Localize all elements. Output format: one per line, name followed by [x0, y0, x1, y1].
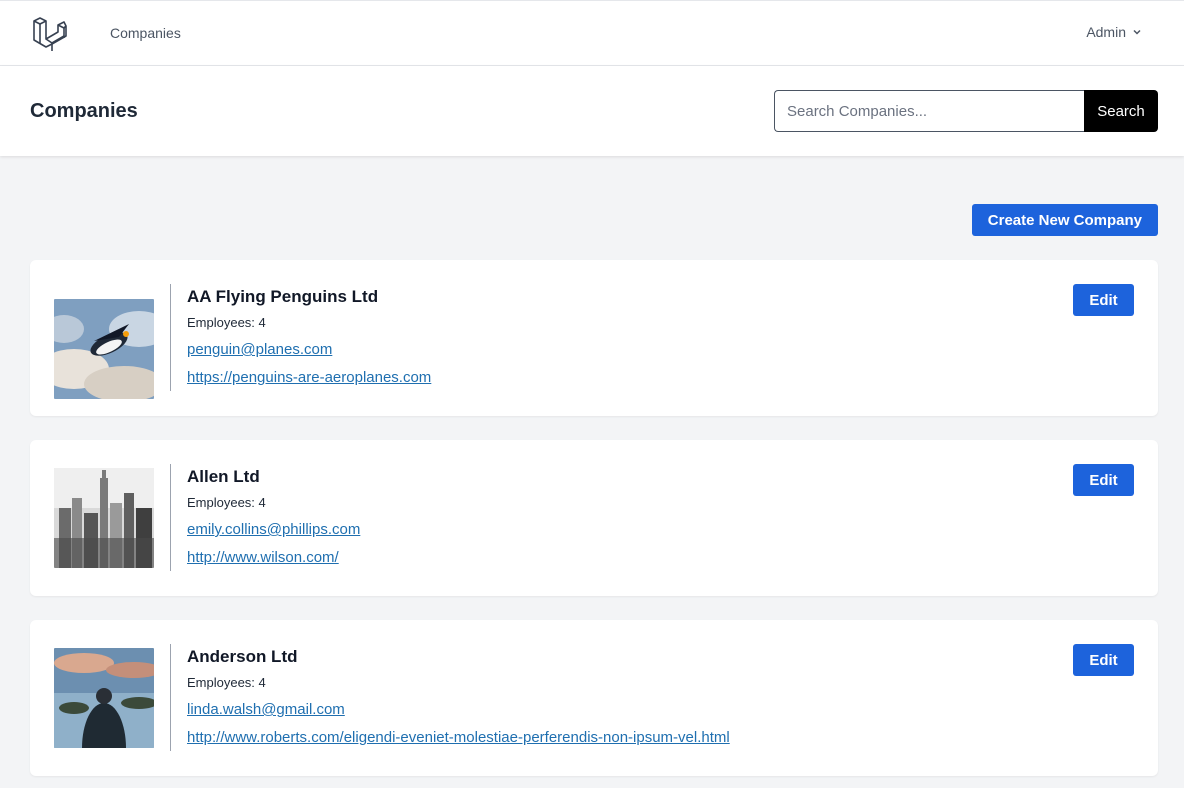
company-info: Anderson Ltd Employees: 4 linda.walsh@gm… — [187, 647, 730, 747]
company-card: Allen Ltd Employees: 4 emily.collins@phi… — [30, 440, 1158, 596]
company-logo-image — [54, 468, 154, 568]
laravel-logo-icon[interactable] — [32, 15, 68, 53]
card-divider — [170, 284, 171, 391]
company-email-link[interactable]: penguin@planes.com — [187, 341, 431, 359]
company-info: Allen Ltd Employees: 4 emily.collins@phi… — [187, 467, 360, 567]
card-divider — [170, 644, 171, 751]
edit-button[interactable]: Edit — [1073, 284, 1134, 316]
company-name: Allen Ltd — [187, 467, 260, 486]
search-button[interactable]: Search — [1084, 90, 1158, 132]
company-email-link[interactable]: linda.walsh@gmail.com — [187, 701, 730, 719]
employee-count: Employees: 4 — [187, 495, 266, 510]
user-menu-label: Admin — [1086, 24, 1126, 40]
card-divider — [170, 464, 171, 571]
top-navigation: Companies Admin — [0, 0, 1184, 66]
page-header: Companies Search — [0, 66, 1184, 156]
search-input[interactable] — [774, 90, 1084, 132]
create-company-button[interactable]: Create New Company — [971, 204, 1158, 236]
company-name: Anderson Ltd — [187, 647, 298, 666]
company-name: AA Flying Penguins Ltd — [187, 287, 379, 306]
company-logo-image — [54, 648, 154, 748]
company-website-link[interactable]: http://www.roberts.com/eligendi-eveniet-… — [187, 729, 730, 747]
company-website-link[interactable]: http://www.wilson.com/ — [187, 549, 360, 567]
user-menu[interactable]: Admin — [1086, 24, 1142, 40]
company-logo-image — [54, 299, 154, 399]
nav-link-companies[interactable]: Companies — [110, 25, 181, 41]
page-title: Companies — [30, 100, 138, 122]
edit-button[interactable]: Edit — [1073, 464, 1134, 496]
chevron-down-icon — [1133, 29, 1141, 35]
edit-button[interactable]: Edit — [1073, 644, 1134, 676]
employee-count: Employees: 4 — [187, 675, 266, 690]
company-card: Anderson Ltd Employees: 4 linda.walsh@gm… — [30, 620, 1158, 776]
company-info: AA Flying Penguins Ltd Employees: 4 peng… — [187, 287, 431, 387]
company-email-link[interactable]: emily.collins@phillips.com — [187, 521, 360, 539]
search-form: Search — [774, 90, 1158, 132]
employee-count: Employees: 4 — [187, 315, 266, 330]
company-card: AA Flying Penguins Ltd Employees: 4 peng… — [30, 260, 1158, 416]
company-website-link[interactable]: https://penguins-are-aeroplanes.com — [187, 369, 431, 387]
